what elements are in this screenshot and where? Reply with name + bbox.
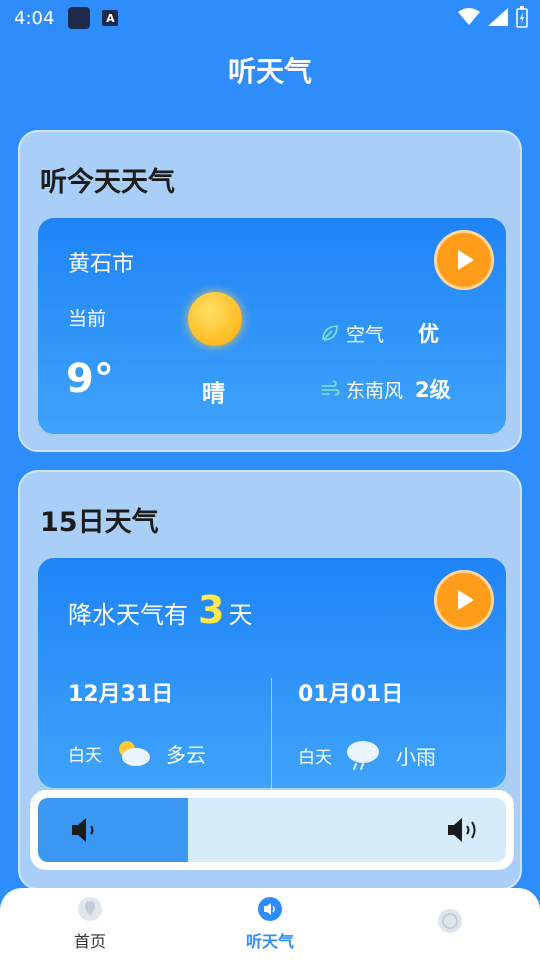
- forecast-day: 01月01日 白天 小雨: [298, 676, 436, 772]
- battery-icon: [516, 6, 528, 28]
- play-forecast-button[interactable]: [434, 570, 494, 630]
- forecast-date: 01月01日: [298, 682, 404, 707]
- bottom-navigation: 首页 听天气: [0, 888, 540, 960]
- rain-prefix: 降水天气有: [68, 601, 188, 629]
- speaker-icon: [258, 897, 282, 921]
- forecast-card: 15日天气 降水天气有 3 天 12月31日 白天 多云 01月01日 白天 小…: [18, 470, 522, 890]
- wind-row: 东南风 2级: [320, 374, 451, 404]
- forecast-card-title: 15日天气: [40, 507, 159, 538]
- status-bar: 4:04 A: [0, 0, 540, 36]
- nav-item-home[interactable]: 首页: [30, 896, 150, 952]
- forecast-day-row: 白天 小雨: [298, 738, 436, 772]
- play-icon: [458, 590, 474, 610]
- signal-icon: [488, 8, 508, 26]
- column-divider: [271, 678, 272, 790]
- volume-high-icon[interactable]: [446, 814, 480, 846]
- partly-cloudy-icon: [119, 741, 150, 766]
- forecast-day-row: 白天 多云: [68, 738, 206, 768]
- wind-value: 2级: [415, 378, 451, 402]
- volume-slider[interactable]: [30, 790, 514, 870]
- forecast-panel: 降水天气有 3 天 12月31日 白天 多云 01月01日 白天 小雨: [38, 558, 506, 790]
- forecast-weather: 小雨: [396, 744, 436, 769]
- rain-days-count: 3: [198, 588, 225, 632]
- status-time: 4:04: [14, 7, 55, 29]
- play-today-button[interactable]: [434, 230, 494, 290]
- volume-track[interactable]: [38, 798, 506, 862]
- rain-suffix: 天: [228, 601, 253, 629]
- air-value: 优: [418, 322, 440, 346]
- play-icon: [458, 250, 474, 270]
- compass-icon: [438, 909, 462, 933]
- volume-fill: [38, 798, 188, 862]
- forecast-weather: 多云: [166, 742, 206, 767]
- forecast-period: 白天: [68, 745, 102, 766]
- nav-item-listen[interactable]: 听天气: [210, 896, 330, 952]
- volume-low-icon[interactable]: [68, 814, 102, 846]
- rain-summary: 降水天气有 3 天: [68, 588, 252, 632]
- wind-label: 东南风: [346, 379, 404, 402]
- city-name: 黄石市: [68, 252, 135, 277]
- nav-label-home: 首页: [73, 932, 106, 951]
- current-condition: 晴: [202, 381, 225, 407]
- location-pin-icon: [78, 897, 102, 921]
- status-indicators: [458, 6, 528, 28]
- wind-icon: [321, 380, 340, 396]
- today-card-title: 听今天天气: [40, 167, 175, 198]
- app-notification-icon: [68, 7, 91, 29]
- air-quality-row: 空气 优: [320, 318, 439, 348]
- current-temperature: 9°: [66, 356, 114, 402]
- forecast-date: 12月31日: [68, 682, 174, 707]
- forecast-period: 白天: [298, 747, 332, 768]
- light-rain-icon: [347, 741, 379, 770]
- page-title: 听天气: [227, 55, 312, 88]
- sun-icon: [188, 292, 242, 346]
- today-weather-card: 听今天天气 黄石市 当前 9° 晴 空气 优 东南风 2级: [18, 130, 522, 452]
- nav-label-listen: 听天气: [245, 932, 294, 951]
- wifi-icon: [458, 8, 480, 25]
- leaf-icon: [322, 325, 338, 341]
- today-weather-panel: 黄石市 当前 9° 晴 空气 优 东南风 2级: [38, 218, 506, 434]
- air-label: 空气: [346, 323, 385, 346]
- accessibility-icon: A: [102, 10, 119, 26]
- forecast-day: 12月31日 白天 多云: [68, 676, 206, 768]
- current-label: 当前: [68, 308, 107, 330]
- nav-item-compass[interactable]: [390, 908, 510, 940]
